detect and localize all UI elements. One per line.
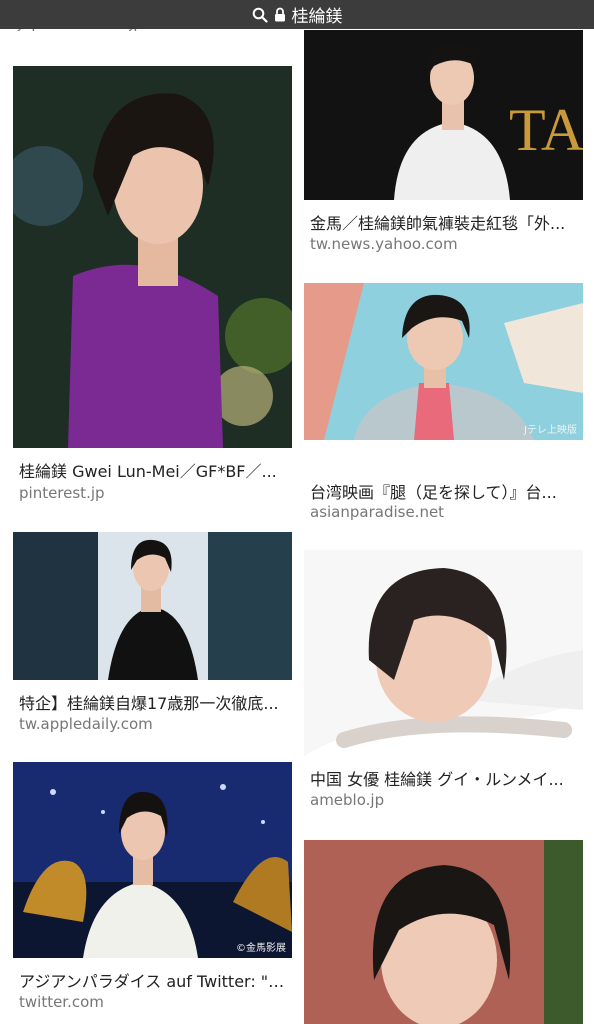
result-card[interactable]: 中国 女優 桂綸鎂 グイ・ルンメイ... ameblo.jp: [304, 550, 583, 810]
result-thumbnail[interactable]: [304, 840, 583, 1024]
result-card[interactable]: 桂綸鎂 Gwei Lun-Mei／GF*BF／... pinterest.jp: [13, 66, 292, 516]
result-source[interactable]: pinterest.jp: [19, 484, 105, 502]
url-text: 桂綸鎂: [291, 7, 343, 27]
result-title[interactable]: 特企】桂綸鎂自爆17歳那一次徹底...: [19, 690, 286, 714]
result-title[interactable]: 桂綸鎂 Gwei Lun-Mei／GF*BF／...: [19, 458, 286, 482]
result-card[interactable]: TA 金馬／桂綸鎂帥氣褲裝走紅毯「外... tw.news.yahoo.com: [304, 30, 583, 255]
result-thumbnail[interactable]: ©金馬影展: [13, 762, 292, 958]
result-source[interactable]: tw.appledaily.com: [19, 715, 153, 733]
result-title[interactable]: 金馬／桂綸鎂帥氣褲裝走紅毯「外...: [310, 210, 577, 234]
result-thumbnail[interactable]: Jテレ上映版: [304, 283, 583, 440]
lock-icon: [274, 7, 286, 22]
result-thumbnail[interactable]: [13, 532, 292, 680]
result-thumbnail[interactable]: [13, 66, 292, 448]
image-caption-overlay: Jテレ上映版: [524, 425, 577, 436]
result-title[interactable]: 台湾映画『腿（足を探して）』台...: [310, 479, 577, 503]
result-card[interactable]: [304, 840, 583, 1024]
result-source[interactable]: tw.news.yahoo.com: [310, 235, 458, 253]
result-title[interactable]: アジアンパラダイス auf Twitter: "#...: [19, 968, 286, 992]
result-thumbnail[interactable]: [304, 550, 583, 756]
address-bar[interactable]: 桂綸鎂: [0, 0, 594, 29]
result-source[interactable]: ameblo.jp: [310, 791, 384, 809]
result-card[interactable]: Jテレ上映版 台湾映画『腿（足を探して）』台... asianparadise.…: [304, 283, 583, 523]
result-card[interactable]: ©金馬影展 アジアンパラダイス auf Twitter: "#... twitt…: [13, 762, 292, 1024]
image-caption-overlay: ©金馬影展: [236, 943, 286, 954]
search-icon: [252, 7, 268, 23]
svg-text:TA: TA: [509, 97, 583, 163]
result-source[interactable]: asianparadise.net: [310, 503, 444, 521]
result-source[interactable]: twitter.com: [19, 993, 104, 1011]
result-card[interactable]: 特企】桂綸鎂自爆17歳那一次徹底... tw.appledaily.com: [13, 532, 292, 742]
result-thumbnail[interactable]: TA: [304, 30, 583, 200]
result-title[interactable]: 中国 女優 桂綸鎂 グイ・ルンメイ...: [310, 766, 577, 790]
